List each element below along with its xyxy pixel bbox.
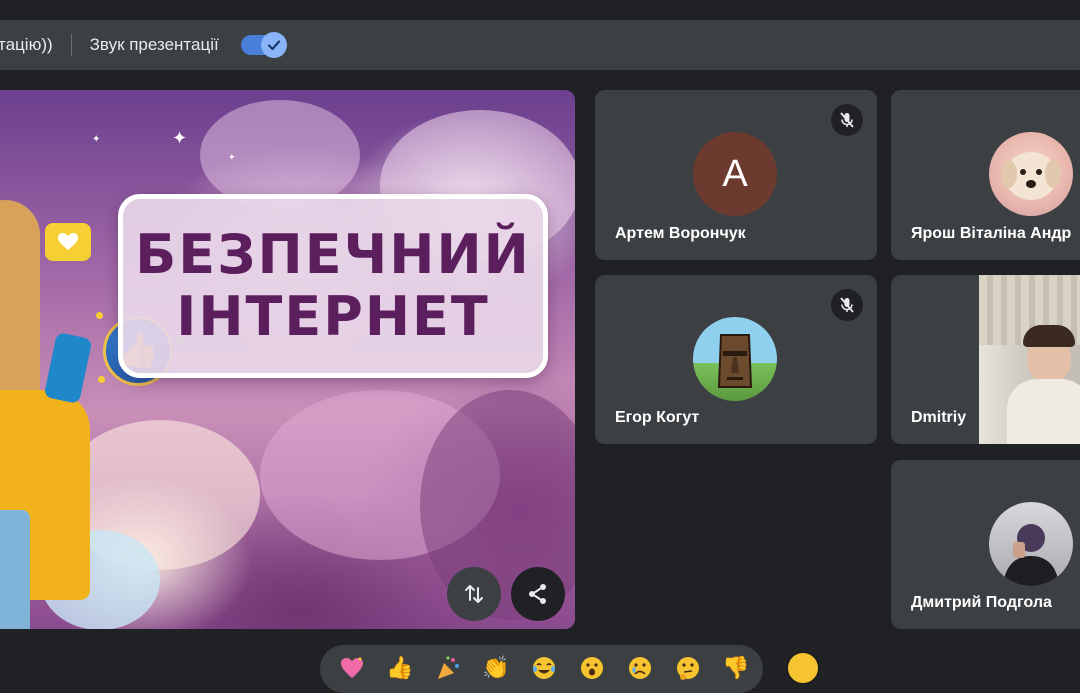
surprised-face-reaction[interactable] xyxy=(568,653,616,683)
thinking-face-icon xyxy=(677,657,699,680)
star-decoration: ✦ xyxy=(228,152,236,162)
avatar xyxy=(989,132,1073,216)
share-icon xyxy=(529,584,546,604)
thinking-face-reaction[interactable] xyxy=(664,653,712,683)
moai-icon xyxy=(717,334,753,388)
crying-face-reaction[interactable] xyxy=(616,653,664,683)
slide-title-line1: БЕЗПЕЧНИЙ xyxy=(135,223,531,286)
phone-illustration xyxy=(43,331,93,405)
share-button[interactable] xyxy=(511,567,565,621)
reactions-bar: 👍 👏 👎 xyxy=(320,645,763,693)
avatar xyxy=(989,502,1073,586)
participant-tile[interactable]: Dmitriy xyxy=(891,275,1080,444)
thumbs-down-icon: 👎 xyxy=(722,655,750,680)
sparkling-heart-reaction[interactable] xyxy=(328,653,376,683)
party-popper-reaction[interactable] xyxy=(424,653,472,683)
participant-tile[interactable]: A Артем Ворончук xyxy=(595,90,877,260)
party-popper-icon xyxy=(438,656,459,679)
window-top-strip xyxy=(0,0,1080,20)
person-hair xyxy=(1023,325,1075,347)
clapping-hands-icon: 👏 xyxy=(482,655,510,680)
sparkling-heart-icon xyxy=(341,657,363,678)
slide-title-card: БЕЗПЕЧНИЙ ІНТЕРНЕТ xyxy=(118,194,548,378)
participant-tile[interactable]: Ярош Віталіна Андр xyxy=(891,90,1080,260)
presenting-label: тацію)) xyxy=(0,35,53,54)
avatar xyxy=(693,317,777,401)
swap-layout-button[interactable] xyxy=(447,567,501,621)
presentation-sound-toggle[interactable] xyxy=(240,32,287,58)
star-decoration: ✦ xyxy=(92,134,101,145)
thumbs-up-icon: 👍 xyxy=(386,655,414,680)
thumbs-up-reaction[interactable]: 👍 xyxy=(376,653,424,683)
confetti-dot xyxy=(98,376,105,383)
participant-name: Егор Когут xyxy=(615,409,700,426)
presentation-sound-label: Звук презентації xyxy=(89,35,219,54)
crying-face-icon xyxy=(629,657,651,679)
confetti-dot xyxy=(96,312,103,319)
more-reactions-button[interactable] xyxy=(786,651,820,685)
participant-tile[interactable]: Дмитрий Подгола xyxy=(891,460,1080,629)
star-decoration: ✦ xyxy=(172,128,188,148)
thumbs-down-reaction[interactable]: 👎 xyxy=(712,653,760,683)
check-icon xyxy=(260,32,287,58)
swap-vertical-icon xyxy=(465,585,483,603)
heart-bubble-icon xyxy=(45,223,91,261)
person-sweater xyxy=(1007,379,1080,444)
participant-name: Dmitriy xyxy=(911,409,967,426)
slide-title-line2: ІНТЕРНЕТ xyxy=(176,285,490,348)
puppy-icon xyxy=(1001,152,1061,200)
surprised-face-icon xyxy=(581,657,603,679)
participant-name: Ярош Віталіна Андр xyxy=(911,225,1072,242)
clapping-hands-reaction[interactable]: 👏 xyxy=(472,653,520,683)
mic-off-icon xyxy=(831,104,863,136)
presentation-toolbar: тацію)) Звук презентації xyxy=(0,20,1080,70)
tears-of-joy-reaction[interactable] xyxy=(520,653,568,683)
tears-of-joy-icon xyxy=(533,657,555,679)
person-photo-icon xyxy=(1003,524,1059,586)
shared-presentation: ✦ ✦ ✦ 👍 БЕЗПЕЧНИЙ ІНТЕРНЕТ xyxy=(0,90,575,629)
participant-tile[interactable]: Егор Когут xyxy=(595,275,877,444)
participant-name: Артем Ворончук xyxy=(615,225,746,242)
participant-video xyxy=(979,275,1080,444)
toolbar-divider xyxy=(70,34,72,56)
mic-off-icon xyxy=(831,289,863,321)
character-jeans xyxy=(0,510,30,629)
avatar: A xyxy=(693,132,777,216)
participant-name: Дмитрий Подгола xyxy=(911,594,1052,611)
